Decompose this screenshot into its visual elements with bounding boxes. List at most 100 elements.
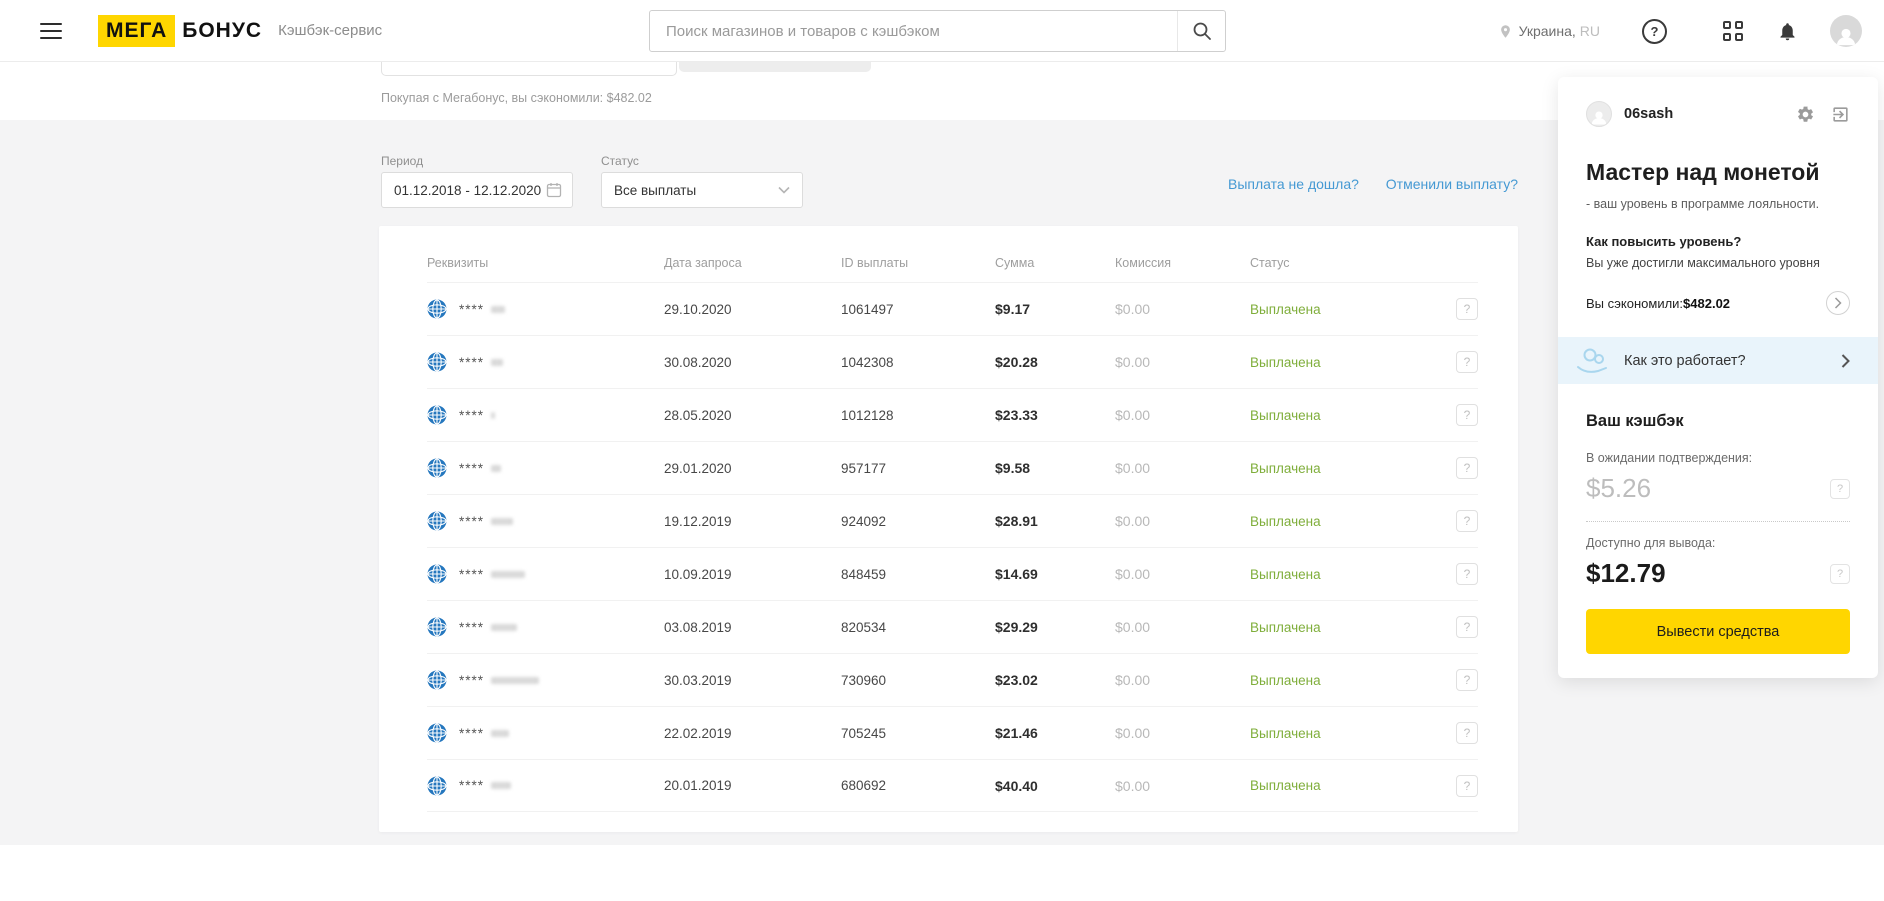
- link-payout-not-arrived[interactable]: Выплата не дошла?: [1228, 176, 1359, 192]
- saved-label: Вы сэкономили:: [1586, 295, 1684, 311]
- chevron-right-icon: [1841, 353, 1850, 368]
- savings-expand-button[interactable]: [1826, 291, 1850, 315]
- cashback-title: Ваш кэшбэк: [1586, 412, 1684, 430]
- row-help-button[interactable]: ?: [1456, 563, 1478, 585]
- webmoney-icon: [427, 670, 447, 690]
- settings-button[interactable]: [1796, 105, 1815, 124]
- withdraw-button[interactable]: Вывести средства: [1586, 609, 1850, 654]
- col-sum: Сумма: [995, 256, 1035, 270]
- payout-id: 848459: [841, 566, 887, 582]
- logout-icon: [1831, 105, 1850, 124]
- request-date: 28.05.2020: [664, 407, 732, 423]
- payout-id: 1042308: [841, 354, 894, 370]
- webmoney-icon: [427, 775, 447, 796]
- how-it-works-row[interactable]: Как это работает?: [1558, 337, 1878, 384]
- search-input[interactable]: [650, 11, 1177, 51]
- redacted-blur: [491, 358, 504, 366]
- requisite-cell: ****: [427, 299, 664, 319]
- payout-status: Выплачена: [1250, 778, 1321, 793]
- col-fee: Комиссия: [1115, 256, 1172, 270]
- row-help-button[interactable]: ?: [1456, 404, 1478, 426]
- payout-fee: $0.00: [1115, 301, 1151, 317]
- redacted-blur: [491, 570, 526, 578]
- link-payout-cancelled[interactable]: Отменили выплату?: [1386, 176, 1518, 192]
- payout-status: Выплачена: [1250, 619, 1321, 635]
- tab-partial-right[interactable]: [679, 62, 871, 72]
- requisite-cell: ****: [427, 511, 664, 531]
- username: 06sash: [1624, 106, 1674, 122]
- row-help-button[interactable]: ?: [1456, 722, 1478, 744]
- logout-button[interactable]: [1831, 105, 1850, 124]
- location-selector[interactable]: Украина, RU: [1498, 23, 1600, 40]
- redacted-blur: [491, 782, 512, 789]
- requisite-mask: ****: [459, 460, 485, 476]
- location-pin-icon: [1498, 23, 1513, 40]
- webmoney-icon: [427, 617, 447, 637]
- webmoney-icon: [427, 299, 447, 319]
- tab-partial-left[interactable]: [381, 62, 677, 76]
- row-help-button[interactable]: ?: [1456, 351, 1478, 373]
- table-row: **** 19.12.2019 924092 $28.91 $0.00 Выпл…: [427, 494, 1478, 547]
- payout-sum: $9.58: [995, 460, 1031, 476]
- payout-fee: $0.00: [1115, 460, 1151, 476]
- table-row: **** 03.08.2019 820534 $29.29 $0.00 Выпл…: [427, 600, 1478, 653]
- redacted-blur: [491, 411, 496, 419]
- row-help-button[interactable]: ?: [1456, 510, 1478, 532]
- row-help-button[interactable]: ?: [1456, 774, 1478, 797]
- row-help-button[interactable]: ?: [1456, 669, 1478, 691]
- status-select[interactable]: Все выплаты: [601, 172, 803, 208]
- request-date: 22.02.2019: [664, 725, 732, 741]
- search-button[interactable]: [1177, 11, 1225, 51]
- apps-grid-icon[interactable]: [1723, 21, 1743, 41]
- question-icon: ?: [1650, 23, 1659, 39]
- saved-row: Вы сэкономили: $482.02: [1558, 291, 1878, 315]
- payout-id: 705245: [841, 725, 887, 741]
- period-label: Период: [381, 154, 424, 168]
- profile-avatar[interactable]: [1586, 101, 1612, 127]
- available-help-button[interactable]: ?: [1830, 563, 1850, 584]
- payout-fee: $0.00: [1115, 777, 1151, 794]
- payout-fee: $0.00: [1115, 513, 1151, 529]
- row-help-button[interactable]: ?: [1456, 298, 1478, 320]
- requisite-mask: ****: [459, 619, 485, 635]
- webmoney-icon: [427, 352, 447, 372]
- payout-fee: $0.00: [1115, 725, 1151, 741]
- col-payout-id: ID выплаты: [841, 256, 909, 270]
- user-avatar[interactable]: [1830, 15, 1862, 47]
- redacted-blur: [491, 729, 510, 737]
- available-row: $12.79 ?: [1558, 558, 1878, 589]
- payout-id: 957177: [841, 460, 887, 476]
- saved-value: $482.02: [1683, 295, 1731, 311]
- pending-amount: $5.26: [1586, 473, 1652, 503]
- available-amount: $12.79: [1586, 558, 1666, 588]
- menu-button[interactable]: [40, 22, 62, 39]
- period-date-input[interactable]: 01.12.2018 - 12.12.2020: [381, 172, 573, 208]
- table-row: **** 20.01.2019 680692 $40.40 $0.00 Выпл…: [427, 759, 1478, 812]
- profile-panel: 06sash Мастер над монетой - ваш уровень …: [1558, 77, 1878, 678]
- requisite-mask: ****: [459, 407, 485, 423]
- row-help-button[interactable]: ?: [1456, 457, 1478, 479]
- request-date: 20.01.2019: [664, 778, 732, 793]
- payout-sum: $21.46: [995, 725, 1038, 741]
- row-help-button[interactable]: ?: [1456, 616, 1478, 638]
- requisite-cell: ****: [427, 670, 664, 690]
- location-city: Украина,: [1518, 23, 1576, 39]
- payout-status: Выплачена: [1250, 672, 1321, 688]
- request-date: 19.12.2019: [664, 513, 732, 529]
- chevron-down-icon: [778, 186, 790, 194]
- requisite-cell: ****: [427, 564, 664, 584]
- notifications-bell-icon[interactable]: [1777, 20, 1798, 43]
- col-requisites: Реквизиты: [427, 256, 489, 270]
- requisite-mask: ****: [459, 513, 485, 529]
- payout-id: 1012128: [841, 407, 894, 423]
- dotted-divider: [1586, 521, 1850, 522]
- pending-help-button[interactable]: ?: [1830, 478, 1850, 499]
- redacted-blur: [491, 517, 514, 525]
- help-button[interactable]: ?: [1642, 18, 1667, 44]
- payout-id: 1061497: [841, 301, 894, 317]
- payout-status: Выплачена: [1250, 354, 1321, 370]
- logo-tagline: Кэшбэк-сервис: [278, 22, 383, 39]
- loyalty-level-subtitle: - ваш уровень в программе лояльности.: [1586, 197, 1820, 211]
- requisite-mask: ****: [459, 354, 485, 370]
- logo[interactable]: МЕГА БОНУС Кэшбэк-сервис: [98, 14, 383, 47]
